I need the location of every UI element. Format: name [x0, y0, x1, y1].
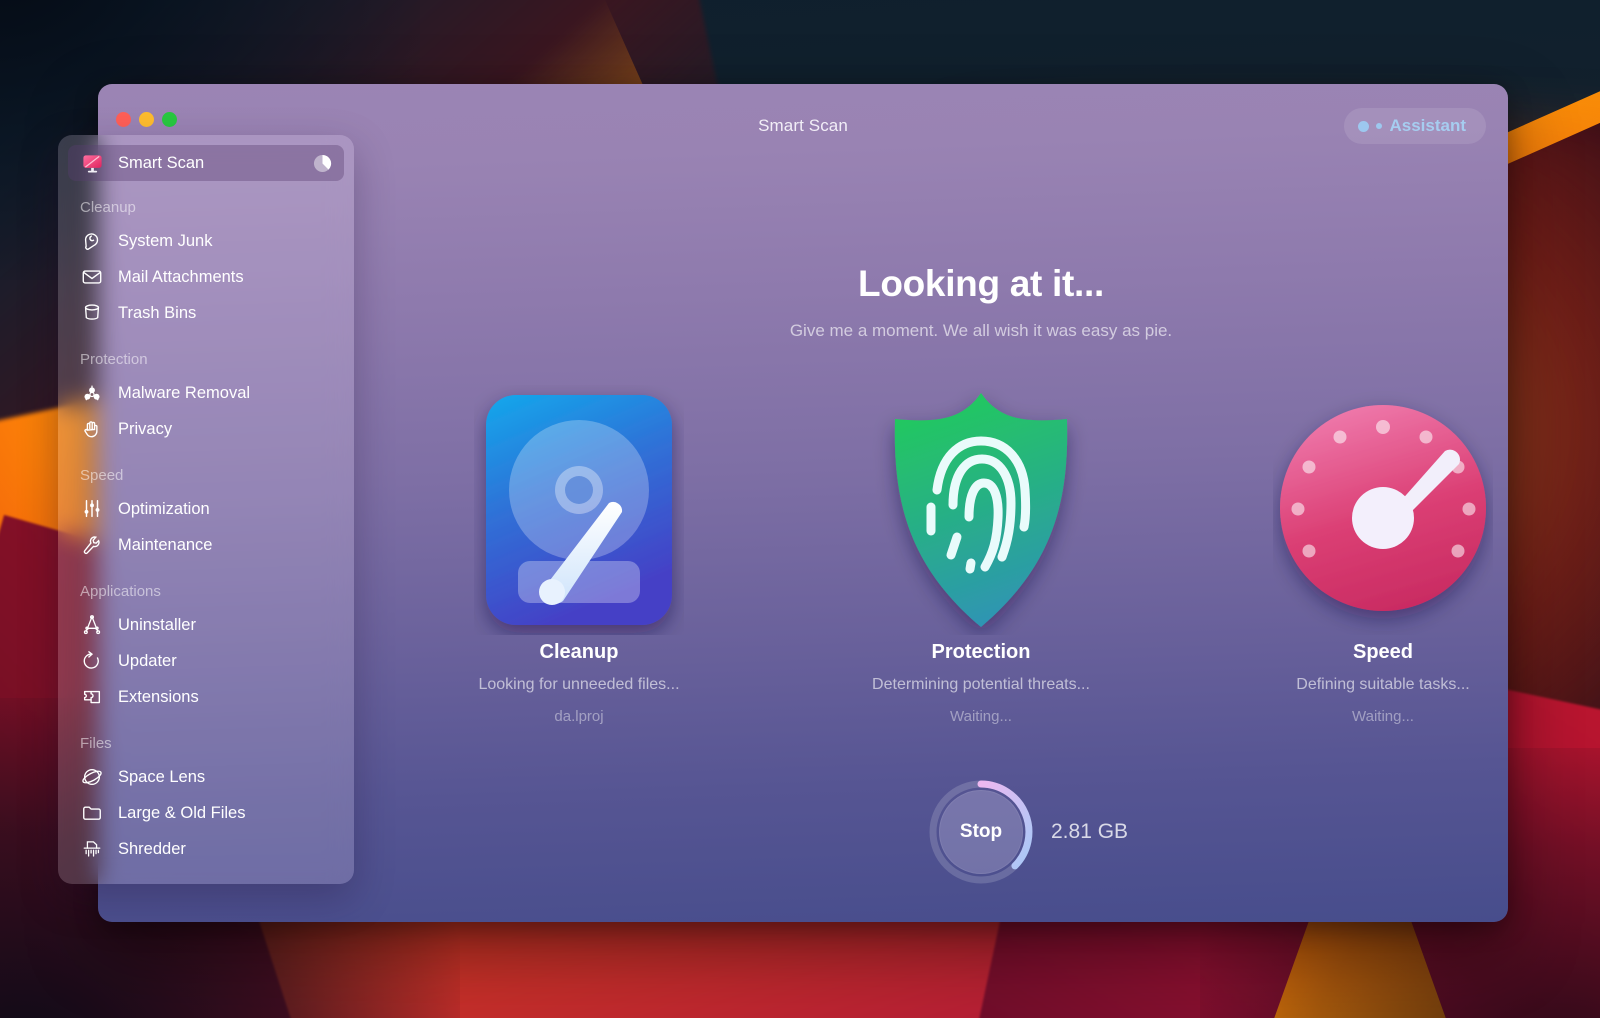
- shredder-icon: [80, 837, 104, 861]
- sidebar-group-speed: Speed: [58, 467, 354, 484]
- module-protection[interactable]: Protection Determining potential threats…: [856, 385, 1106, 725]
- stop-button[interactable]: Stop: [939, 790, 1023, 874]
- module-protection-art: [856, 385, 1106, 635]
- sidebar-item-label-smart-scan: Smart Scan: [118, 154, 204, 173]
- module-cleanup-status: Looking for unneeded files...: [454, 676, 704, 694]
- scan-footer: Stop 2.81 GB: [454, 778, 1508, 886]
- module-speed[interactable]: Speed Defining suitable tasks... Waiting…: [1258, 385, 1508, 725]
- system-junk-icon: [80, 229, 104, 253]
- sidebar-group-files: Files: [58, 735, 354, 752]
- sliders-icon: [80, 497, 104, 521]
- folder-icon: [80, 801, 104, 825]
- sidebar: Smart Scan Cleanup System Junk Mail Atta…: [58, 135, 354, 884]
- shield-fingerprint-icon: [871, 385, 1091, 635]
- sidebar-item-large-old-files[interactable]: Large & Old Files: [68, 795, 344, 831]
- module-list: Cleanup Looking for unneeded files... da…: [454, 385, 1508, 725]
- smart-scan-progress-pie-icon: [313, 154, 332, 173]
- sidebar-item-label-trash-bins: Trash Bins: [118, 304, 196, 323]
- hard-drive-icon: [474, 385, 684, 635]
- sidebar-item-label-uninstaller: Uninstaller: [118, 616, 196, 635]
- sidebar-item-trash-bins[interactable]: Trash Bins: [68, 295, 344, 331]
- assistant-label: Assistant: [1389, 116, 1466, 136]
- scanned-size-label: 2.81 GB: [1051, 820, 1128, 844]
- sidebar-item-label-privacy: Privacy: [118, 420, 172, 439]
- sidebar-item-label-space-lens: Space Lens: [118, 768, 205, 787]
- trash-bin-icon: [80, 301, 104, 325]
- module-protection-detail: Waiting...: [856, 708, 1106, 725]
- assistant-dot-small-icon: [1376, 123, 1382, 129]
- module-cleanup-detail: da.lproj: [454, 708, 704, 725]
- sidebar-item-shredder[interactable]: Shredder: [68, 831, 344, 867]
- sidebar-item-label-large-old-files: Large & Old Files: [118, 804, 245, 823]
- sidebar-item-malware-removal[interactable]: Malware Removal: [68, 375, 344, 411]
- speedometer-icon: [1273, 385, 1493, 635]
- sidebar-item-label-updater: Updater: [118, 652, 177, 671]
- sidebar-item-mail-attachments[interactable]: Mail Attachments: [68, 259, 344, 295]
- sidebar-item-extensions[interactable]: Extensions: [68, 679, 344, 715]
- hand-icon: [80, 417, 104, 441]
- sidebar-item-optimization[interactable]: Optimization: [68, 491, 344, 527]
- page-subtitle: Give me a moment. We all wish it was eas…: [454, 321, 1508, 341]
- biohazard-icon: [80, 381, 104, 405]
- sidebar-item-maintenance[interactable]: Maintenance: [68, 527, 344, 563]
- main-content: Looking at it... Give me a moment. We al…: [454, 168, 1508, 922]
- window-title: Smart Scan: [98, 116, 1508, 136]
- stop-button-label: Stop: [960, 821, 1002, 843]
- sidebar-item-label-system-junk: System Junk: [118, 232, 212, 251]
- sidebar-item-updater[interactable]: Updater: [68, 643, 344, 679]
- sidebar-item-space-lens[interactable]: Space Lens: [68, 759, 344, 795]
- module-cleanup-art: [454, 385, 704, 635]
- module-speed-detail: Waiting...: [1258, 708, 1508, 725]
- sidebar-item-uninstaller[interactable]: Uninstaller: [68, 607, 344, 643]
- module-protection-title: Protection: [856, 641, 1106, 664]
- mail-envelope-icon: [80, 265, 104, 289]
- sidebar-item-privacy[interactable]: Privacy: [68, 411, 344, 447]
- sidebar-item-label-optimization: Optimization: [118, 500, 210, 519]
- assistant-dot-large-icon: [1358, 121, 1369, 132]
- smart-scan-monitor-icon: [80, 151, 104, 175]
- wrench-icon: [80, 533, 104, 557]
- sidebar-group-cleanup: Cleanup: [58, 199, 354, 216]
- page-title: Looking at it...: [454, 263, 1508, 305]
- stop-progress-ring-wrap: Stop: [927, 778, 1035, 886]
- sidebar-item-label-shredder: Shredder: [118, 840, 186, 859]
- sidebar-group-protection: Protection: [58, 351, 354, 368]
- sidebar-item-label-malware-removal: Malware Removal: [118, 384, 250, 403]
- module-cleanup-title: Cleanup: [454, 641, 704, 664]
- sidebar-item-label-extensions: Extensions: [118, 688, 199, 707]
- module-speed-art: [1258, 385, 1508, 635]
- sidebar-item-system-junk[interactable]: System Junk: [68, 223, 344, 259]
- module-cleanup[interactable]: Cleanup Looking for unneeded files... da…: [454, 385, 704, 725]
- module-speed-title: Speed: [1258, 641, 1508, 664]
- sidebar-item-label-mail-attachments: Mail Attachments: [118, 268, 244, 287]
- sidebar-group-applications: Applications: [58, 583, 354, 600]
- puzzle-piece-icon: [80, 685, 104, 709]
- module-speed-status: Defining suitable tasks...: [1258, 676, 1508, 694]
- sidebar-item-label-maintenance: Maintenance: [118, 536, 212, 555]
- uninstaller-icon: [80, 613, 104, 637]
- sidebar-item-smart-scan[interactable]: Smart Scan: [68, 145, 344, 181]
- assistant-button[interactable]: Assistant: [1344, 108, 1486, 144]
- module-protection-status: Determining potential threats...: [856, 676, 1106, 694]
- updater-arrow-icon: [80, 649, 104, 673]
- space-lens-icon: [80, 765, 104, 789]
